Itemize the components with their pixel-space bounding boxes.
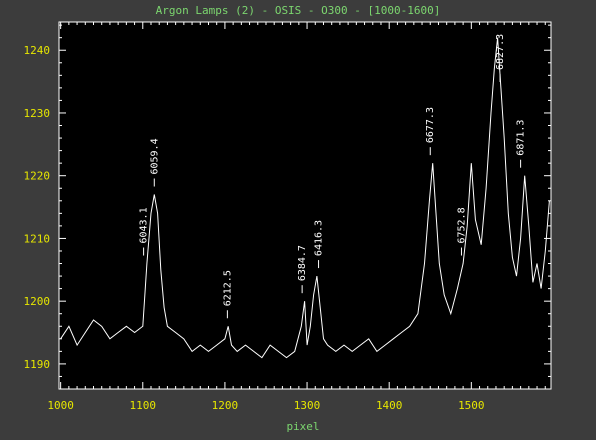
- plot-area: [59, 22, 551, 389]
- x-tick-label: 1000: [47, 399, 74, 412]
- x-tick-label: 1300: [294, 399, 321, 412]
- annotation-label: 6871.3: [516, 120, 527, 156]
- y-tick-label: 1190: [24, 358, 51, 371]
- annotation-label: 6043.1: [139, 207, 150, 243]
- annotation-label: 6827.3: [495, 34, 506, 70]
- annotation-label: 6416.3: [314, 220, 325, 256]
- x-tick-label: 1100: [130, 399, 157, 412]
- annotation-label: 6752.8: [456, 207, 467, 243]
- x-tick-label: 1200: [212, 399, 239, 412]
- annotation-label: 6212.5: [222, 270, 233, 306]
- annotation-label: 6384.7: [297, 245, 308, 281]
- y-tick-label: 1240: [24, 44, 51, 57]
- chart-title: Argon Lamps (2) - OSIS - O300 - [1000-16…: [156, 4, 441, 17]
- y-tick-label: 1220: [24, 170, 51, 183]
- y-tick-label: 1200: [24, 295, 51, 308]
- x-tick-label: 1400: [376, 399, 403, 412]
- spectrum-plot: Argon Lamps (2) - OSIS - O300 - [1000-16…: [24, 4, 552, 433]
- y-tick-label: 1230: [24, 107, 51, 120]
- x-axis-label: pixel: [286, 420, 319, 433]
- annotation-label: 6677.3: [425, 107, 436, 143]
- annotation-label: 6059.4: [149, 138, 160, 174]
- y-tick-label: 1210: [24, 232, 51, 245]
- x-tick-label: 1500: [458, 399, 485, 412]
